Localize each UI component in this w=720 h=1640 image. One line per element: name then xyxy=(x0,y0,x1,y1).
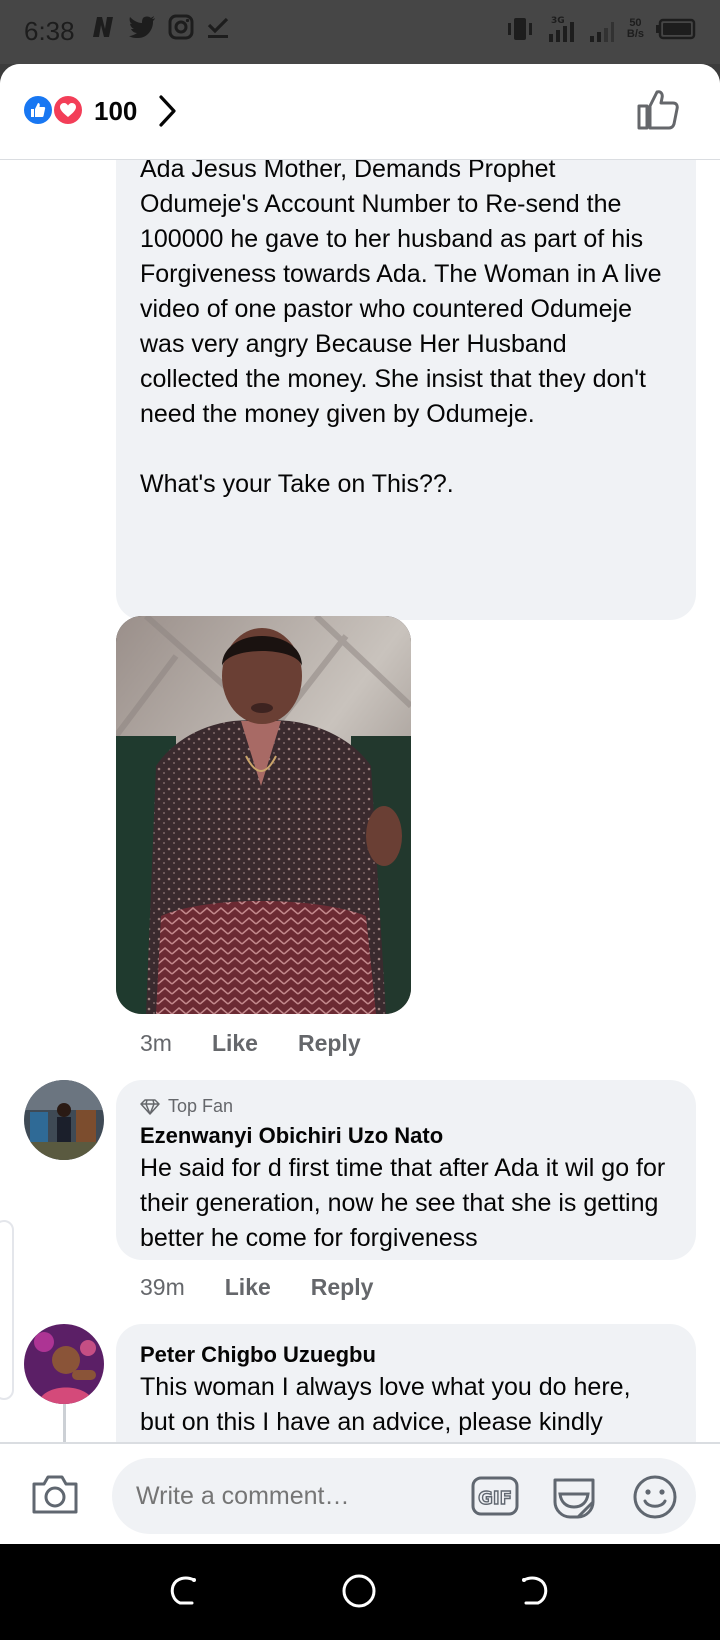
comment-text: This woman I always love what you do her… xyxy=(140,1373,631,1436)
n-app-icon xyxy=(93,17,113,37)
comments-sheet: 100 Ada Jesus Mother, Demands Prophet Od… xyxy=(0,64,720,1544)
sticker-icon[interactable] xyxy=(550,1474,598,1520)
comment-author[interactable]: Peter Chigbo Uzuegbu xyxy=(140,1340,672,1370)
like-reaction-icon[interactable] xyxy=(22,94,54,126)
video-thumbnail[interactable] xyxy=(116,616,411,1014)
side-panel-edge xyxy=(0,1220,14,1400)
comment-bubble[interactable]: Peter Chigbo Uzuegbu This woman I always… xyxy=(116,1324,696,1442)
post-text-bubble: Ada Jesus Mother, Demands Prophet Odumej… xyxy=(116,160,696,620)
love-reaction-icon[interactable] xyxy=(52,94,84,126)
status-bar: 6:38 3G 50 B/s xyxy=(0,0,720,64)
reaction-count[interactable]: 100 xyxy=(94,96,137,127)
post-meta-row: 3m Like Reply xyxy=(140,1030,361,1057)
comment-meta-row: 39m Like Reply xyxy=(140,1274,373,1301)
home-icon[interactable] xyxy=(340,1572,378,1610)
comment-composer: GIF xyxy=(0,1442,720,1544)
signal-weak-icon xyxy=(589,22,614,42)
back-icon[interactable] xyxy=(516,1572,552,1608)
chevron-right-icon[interactable] xyxy=(158,94,178,128)
avatar[interactable] xyxy=(24,1080,104,1160)
reactions-header: 100 xyxy=(0,64,720,160)
network-speed: 50 B/s xyxy=(627,18,644,40)
post-timestamp: 3m xyxy=(140,1030,172,1056)
gif-icon[interactable]: GIF xyxy=(470,1474,520,1518)
avatar-peter xyxy=(24,1324,104,1404)
diamond-icon xyxy=(140,1098,160,1115)
twitter-icon xyxy=(129,16,155,38)
post-like-button[interactable]: Like xyxy=(212,1030,258,1057)
signal-3g-icon: 3G xyxy=(548,16,574,42)
system-status-icons: 3G 50 B/s xyxy=(505,14,696,44)
top-fan-label: Top Fan xyxy=(168,1096,234,1116)
comment-timestamp: 39m xyxy=(140,1274,185,1300)
camera-icon[interactable] xyxy=(30,1472,80,1516)
thread-line xyxy=(63,1404,66,1442)
avatar-ezenwanyi xyxy=(24,1080,104,1160)
system-nav-bar xyxy=(0,1544,720,1640)
comment-author[interactable]: Ezenwanyi Obichiri Uzo Nato xyxy=(140,1121,672,1151)
top-fan-badge: Top Fan xyxy=(140,1096,672,1117)
comment-text: He said for d first time that after Ada … xyxy=(140,1154,666,1252)
comment-like-button[interactable]: Like xyxy=(225,1274,271,1301)
comment-list[interactable]: Ada Jesus Mother, Demands Prophet Odumej… xyxy=(0,160,720,1442)
recent-apps-icon[interactable] xyxy=(166,1572,202,1608)
instagram-icon xyxy=(168,14,194,40)
battery-icon xyxy=(656,18,696,40)
comment-bubble[interactable]: Top Fan Ezenwanyi Obichiri Uzo Nato He s… xyxy=(116,1080,696,1260)
post-text: Ada Jesus Mother, Demands Prophet Odumej… xyxy=(140,160,662,498)
video-frame xyxy=(116,616,411,1014)
emoji-icon[interactable] xyxy=(632,1474,678,1520)
download-done-icon xyxy=(207,17,229,38)
avatar[interactable] xyxy=(24,1324,104,1404)
post-reply-button[interactable]: Reply xyxy=(298,1030,361,1057)
like-post-icon[interactable] xyxy=(636,88,680,132)
vibrate-icon xyxy=(507,18,532,40)
status-time: 6:38 xyxy=(24,16,75,46)
comment-reply-button[interactable]: Reply xyxy=(311,1274,374,1301)
comment-input[interactable] xyxy=(112,1458,696,1534)
gif-label: GIF xyxy=(478,1488,512,1509)
notification-icons xyxy=(90,14,230,40)
network-speed-unit: B/s xyxy=(626,28,644,40)
svg-text:3G: 3G xyxy=(551,16,565,26)
